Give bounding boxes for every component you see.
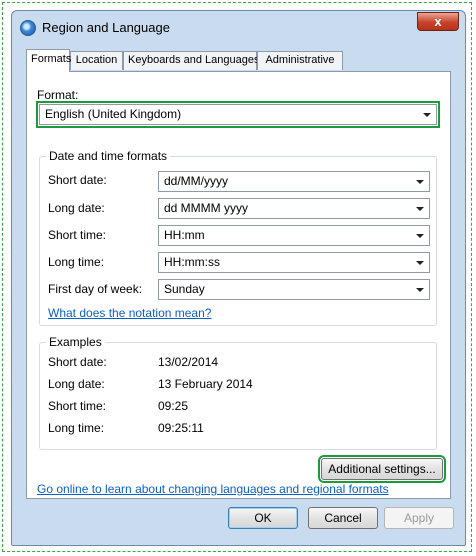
- long-date-label: Long date:: [48, 201, 105, 215]
- first-day-of-week-value: Sunday: [164, 282, 205, 296]
- chevron-down-icon: [423, 113, 431, 117]
- example-long-time-value: 09:25:11: [158, 421, 204, 435]
- additional-settings-button[interactable]: Additional settings...: [318, 455, 446, 483]
- cancel-button[interactable]: Cancel: [308, 507, 378, 529]
- tab-administrative[interactable]: Administrative: [257, 51, 343, 70]
- date-time-formats-group: Date and time formats Short date: dd/MM/…: [39, 149, 437, 326]
- tab-formats[interactable]: Formats: [26, 49, 71, 72]
- long-time-value: HH:mm:ss: [164, 255, 220, 269]
- online-help-link[interactable]: Go online to learn about changing langua…: [37, 482, 389, 496]
- ok-button[interactable]: OK: [228, 507, 298, 529]
- long-time-label: Long time:: [48, 255, 105, 269]
- date-time-formats-title: Date and time formats: [46, 149, 171, 163]
- short-time-value: HH:mm: [164, 228, 205, 242]
- first-day-of-week-dropdown[interactable]: Sunday: [158, 279, 430, 300]
- format-dropdown[interactable]: English (United Kingdom): [36, 101, 440, 128]
- window-title: Region and Language: [42, 20, 170, 35]
- example-short-time-value: 09:25: [158, 399, 189, 413]
- example-long-time-label: Long time:: [48, 421, 105, 435]
- tab-keyboards-and-languages[interactable]: Keyboards and Languages: [123, 51, 260, 70]
- short-date-value: dd/MM/yyyy: [164, 174, 229, 188]
- region-and-language-dialog: Region and Language x Formats Location K…: [11, 10, 466, 546]
- chevron-down-icon: [416, 261, 424, 265]
- chevron-down-icon: [416, 234, 424, 238]
- globe-icon: [20, 20, 36, 36]
- example-long-date-value: 13 February 2014: [158, 377, 253, 391]
- example-short-date-value: 13/02/2014: [158, 355, 219, 369]
- examples-title: Examples: [46, 335, 105, 349]
- title-bar: Region and Language x: [12, 11, 465, 43]
- example-short-time-label: Short time:: [48, 399, 107, 413]
- first-day-of-week-label: First day of week:: [48, 282, 143, 296]
- examples-group: Examples Short date: 13/02/2014 Long dat…: [39, 335, 437, 450]
- short-date-label: Short date:: [48, 173, 107, 187]
- short-time-label: Short time:: [48, 228, 107, 242]
- short-date-dropdown[interactable]: dd/MM/yyyy: [158, 171, 430, 192]
- short-time-dropdown[interactable]: HH:mm: [158, 225, 430, 246]
- example-long-date-label: Long date:: [48, 377, 105, 391]
- chevron-down-icon: [416, 207, 424, 211]
- chevron-down-icon: [416, 180, 424, 184]
- long-time-dropdown[interactable]: HH:mm:ss: [158, 252, 430, 273]
- apply-button[interactable]: Apply: [384, 507, 454, 529]
- format-value: English (United Kingdom): [45, 107, 182, 121]
- example-short-date-label: Short date:: [48, 355, 107, 369]
- formats-panel: Format: English (United Kingdom) Date an…: [26, 71, 451, 499]
- tab-location[interactable]: Location: [70, 51, 123, 70]
- format-label: Format:: [37, 88, 79, 102]
- chevron-down-icon: [416, 288, 424, 292]
- notation-help-link[interactable]: What does the notation mean?: [48, 306, 211, 320]
- long-date-value: dd MMMM yyyy: [164, 201, 248, 215]
- close-button[interactable]: x: [417, 12, 459, 31]
- long-date-dropdown[interactable]: dd MMMM yyyy: [158, 198, 430, 219]
